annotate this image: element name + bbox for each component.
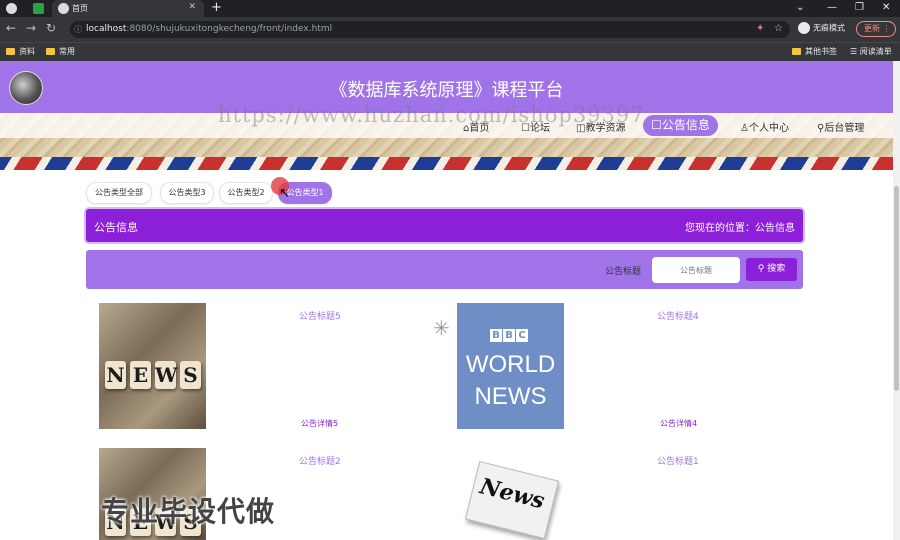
breadcrumb: 您现在的位置：公告信息 [685, 223, 795, 234]
mouse-cursor-icon: ↖ [279, 186, 290, 201]
notice-image-cubes[interactable]: N E W S [99, 303, 206, 429]
tab-close-icon[interactable]: ✕ [188, 2, 196, 12]
bookmark-folder-materials[interactable]: 资料 [6, 46, 35, 57]
url-field[interactable]: ⓘ localhost:8080/shujukuxitongkecheng/fr… [70, 21, 790, 38]
page-scrollbar[interactable] [893, 61, 900, 540]
pinned-tab-icon[interactable] [33, 3, 44, 14]
folder-icon [46, 48, 55, 55]
extension-icon[interactable]: ✦ [756, 23, 764, 34]
notice-title[interactable]: 公告标题4 [657, 309, 699, 322]
notice-detail[interactable]: 公告详情5 [301, 418, 338, 429]
tab-search-icon[interactable]: ⌄ [796, 0, 804, 15]
incognito-icon [798, 22, 810, 34]
cube-letter: N [105, 361, 126, 389]
loading-spinner-icon: ✳ [433, 316, 450, 340]
nav-item-profile[interactable]: ♙个人中心 [740, 119, 789, 134]
scrollbar-thumb[interactable] [894, 186, 899, 391]
notice-image-bbc[interactable]: BBC WORLD NEWS [457, 303, 564, 429]
bbc-logo: BBC [490, 323, 529, 342]
folder-icon [6, 48, 15, 55]
back-button[interactable]: ← [6, 21, 16, 35]
watermark-url: https://www.huzhan.com/ishop39397 [218, 103, 645, 127]
nav-item-admin[interactable]: ⚲后台管理 [817, 119, 864, 134]
airmail-stripes [0, 157, 893, 170]
update-button[interactable]: 更新 ⋮ [856, 21, 896, 37]
paper-word: News [477, 473, 548, 515]
search-label: 公告标题 [605, 267, 642, 277]
notice-title[interactable]: 公告标题5 [299, 309, 341, 322]
cube-letter: E [130, 361, 151, 389]
search-input[interactable] [652, 257, 740, 283]
bbc-line-2: NEWS [474, 383, 547, 410]
filter-all[interactable]: 公告类型全部 [86, 182, 152, 204]
bookmark-folder-other[interactable]: 其他书签 [792, 46, 837, 57]
bbc-line-1: WORLD [465, 351, 556, 378]
browser-menu-icon[interactable] [6, 3, 17, 14]
cube-letter: W [155, 361, 178, 389]
notice-title[interactable]: 公告标题1 [657, 454, 699, 467]
tab-home[interactable]: 首页 ✕ [52, 0, 204, 17]
newspaper-graphic: News [464, 460, 560, 540]
browser-tab-strip: 首页 ✕ + ⌄ — ❐ ✕ [0, 0, 900, 17]
search-button[interactable]: ⚲ 搜索 [746, 258, 797, 281]
tab-title: 首页 [72, 4, 88, 13]
search-panel: 公告标题 ⚲ 搜索 [86, 250, 803, 289]
site-info-icon[interactable]: ⓘ [74, 24, 82, 35]
filter-type-2[interactable]: 公告类型2 [219, 182, 273, 204]
overlay-watermark: 专业毕设代做 [101, 495, 276, 528]
notice-icon: ☐ [651, 118, 662, 132]
new-tab-button[interactable]: + [211, 0, 222, 16]
bookmark-folder-common[interactable]: 常用 [46, 46, 75, 57]
section-title: 公告信息 [94, 221, 138, 234]
url-text: localhost:8080/shujukuxitongkecheng/fron… [86, 24, 333, 34]
bookmark-star-icon[interactable]: ☆ [774, 23, 783, 34]
cube-letter: S [180, 361, 201, 389]
filter-type-3[interactable]: 公告类型3 [160, 182, 214, 204]
globe-icon [58, 3, 69, 14]
bookmarks-bar: 资料 常用 其他书签 ☰ 阅读清单 [0, 42, 900, 61]
search-icon: ⚲ [757, 264, 768, 274]
notice-detail[interactable]: 公告详情4 [660, 418, 697, 429]
address-bar-row: ← → ↻ ⓘ localhost:8080/shujukuxitongkech… [0, 17, 900, 42]
reading-list-icon: ☰ [850, 47, 860, 56]
nav-item-notices[interactable]: ☐公告信息 [643, 115, 718, 136]
notice-title[interactable]: 公告标题2 [299, 454, 341, 467]
site-title: 《数据库系统原理》课程平台 [329, 80, 564, 101]
user-icon: ♙ [740, 123, 749, 134]
section-header: 公告信息 您现在的位置：公告信息 [86, 209, 803, 242]
maximize-button[interactable]: ❐ [855, 0, 864, 15]
reading-list-button[interactable]: ☰ 阅读清单 [850, 46, 892, 57]
close-window-button[interactable]: ✕ [882, 0, 890, 15]
forward-button[interactable]: → [26, 21, 36, 35]
reload-button[interactable]: ↻ [46, 21, 56, 35]
minimize-button[interactable]: — [827, 0, 837, 15]
notice-image-paper[interactable]: News [457, 448, 564, 540]
folder-icon [792, 48, 801, 55]
incognito-indicator[interactable]: 无痕模式 [798, 22, 845, 34]
